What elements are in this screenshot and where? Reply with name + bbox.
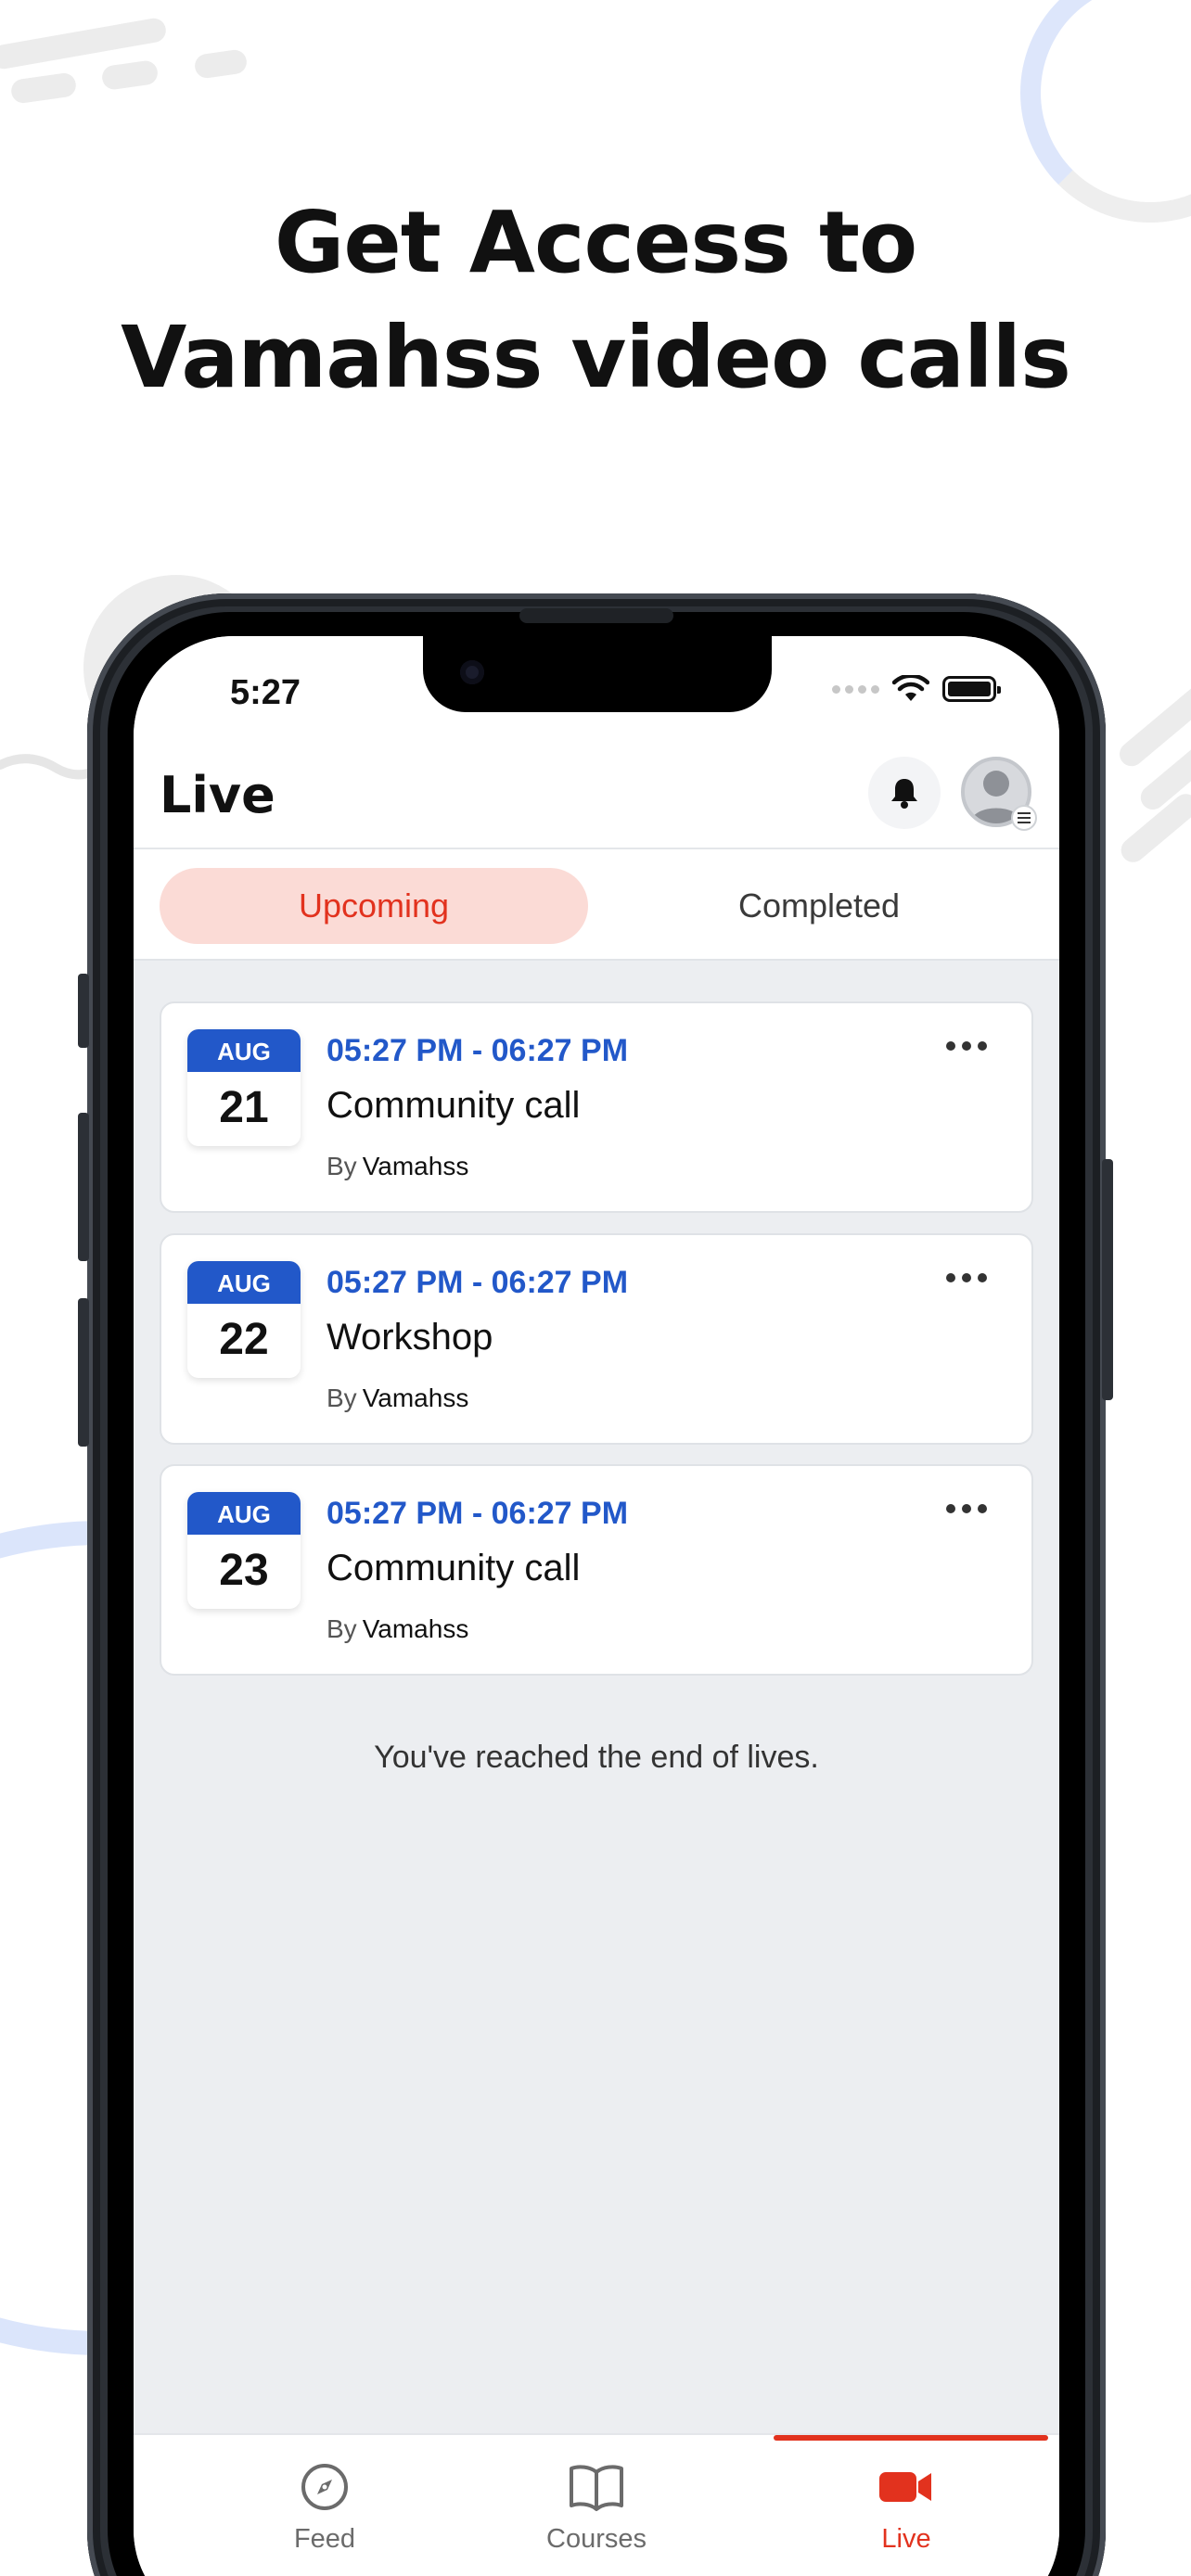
phone-power-button (1102, 1159, 1113, 1400)
phone-side-button (78, 974, 89, 1048)
ellipsis-icon (946, 1273, 987, 1282)
event-title: Community call (327, 1085, 581, 1126)
phone-screen: 5:27 Live Upcoming Completed AUG 21 05:2… (134, 636, 1059, 2576)
event-time: 05:27 PM - 06:27 PM (327, 1496, 629, 1531)
more-options-button[interactable] (939, 1259, 994, 1296)
video-camera-icon (879, 2472, 931, 2502)
nav-feed[interactable]: Feed (232, 2461, 417, 2555)
date-day: 22 (219, 1315, 269, 1364)
ellipsis-icon (946, 1041, 987, 1051)
nav-live[interactable]: Live (813, 2461, 999, 2555)
tab-bar: Upcoming Completed (134, 849, 1059, 961)
notifications-button[interactable] (868, 757, 941, 829)
by-label: By (327, 1614, 357, 1643)
more-options-button[interactable] (939, 1027, 994, 1065)
nav-courses[interactable]: Courses (504, 2461, 689, 2555)
end-of-list-message: You've reached the end of lives. (374, 1740, 819, 1775)
headline-line-2: Vamahss video calls (121, 308, 1071, 407)
headline-line-1: Get Access to (274, 193, 917, 292)
event-host: By Vamahss (327, 1152, 468, 1181)
host-name: Vamahss (362, 1614, 469, 1643)
app-header: Live (134, 757, 1059, 849)
event-title: Community call (327, 1548, 581, 1588)
profile-menu-button[interactable] (1011, 805, 1037, 831)
compass-icon (301, 2464, 348, 2510)
phone-volume-up (78, 1113, 89, 1261)
battery-icon (942, 676, 1001, 702)
camera-icon (460, 660, 484, 684)
nav-courses-label: Courses (546, 2524, 647, 2554)
host-name: Vamahss (362, 1384, 469, 1412)
phone-volume-down (78, 1298, 89, 1447)
phone-notch (423, 636, 772, 712)
event-card[interactable]: AUG 22 05:27 PM - 06:27 PM Workshop By Va… (160, 1233, 1033, 1445)
date-badge: AUG 22 (187, 1261, 301, 1378)
date-month: AUG (187, 1029, 301, 1072)
active-tab-indicator (774, 2435, 1048, 2441)
by-label: By (327, 1384, 357, 1412)
status-icons (832, 675, 1001, 703)
event-card[interactable]: AUG 23 05:27 PM - 06:27 PM Community cal… (160, 1464, 1033, 1676)
more-options-button[interactable] (939, 1490, 994, 1527)
date-month: AUG (187, 1492, 301, 1535)
tab-completed[interactable]: Completed (605, 868, 1033, 944)
event-host: By Vamahss (327, 1384, 468, 1413)
book-icon (570, 2465, 623, 2511)
page-title: Live (160, 766, 275, 824)
event-title: Workshop (327, 1317, 493, 1358)
menu-icon (1018, 812, 1031, 823)
host-name: Vamahss (362, 1152, 469, 1180)
promo-headline: Get Access to Vamahss video calls (0, 185, 1191, 415)
event-time: 05:27 PM - 06:27 PM (327, 1033, 629, 1068)
event-time: 05:27 PM - 06:27 PM (327, 1265, 629, 1300)
event-card[interactable]: AUG 21 05:27 PM - 06:27 PM Community cal… (160, 1001, 1033, 1213)
event-host: By Vamahss (327, 1614, 468, 1644)
date-badge: AUG 23 (187, 1492, 301, 1609)
ellipsis-icon (946, 1504, 987, 1513)
bottom-nav: Feed Courses Live (134, 2433, 1059, 2576)
date-month: AUG (187, 1261, 301, 1304)
date-day: 21 (219, 1083, 269, 1132)
by-label: By (327, 1152, 357, 1180)
wifi-icon (892, 675, 929, 701)
status-time: 5:27 (230, 673, 301, 712)
tab-upcoming[interactable]: Upcoming (160, 868, 588, 944)
nav-live-label: Live (881, 2524, 931, 2554)
date-badge: AUG 21 (187, 1029, 301, 1146)
date-day: 23 (219, 1546, 269, 1595)
bell-icon (891, 779, 917, 809)
phone-speaker (519, 608, 673, 623)
signal-icon (832, 684, 879, 694)
nav-feed-label: Feed (293, 2524, 356, 2554)
